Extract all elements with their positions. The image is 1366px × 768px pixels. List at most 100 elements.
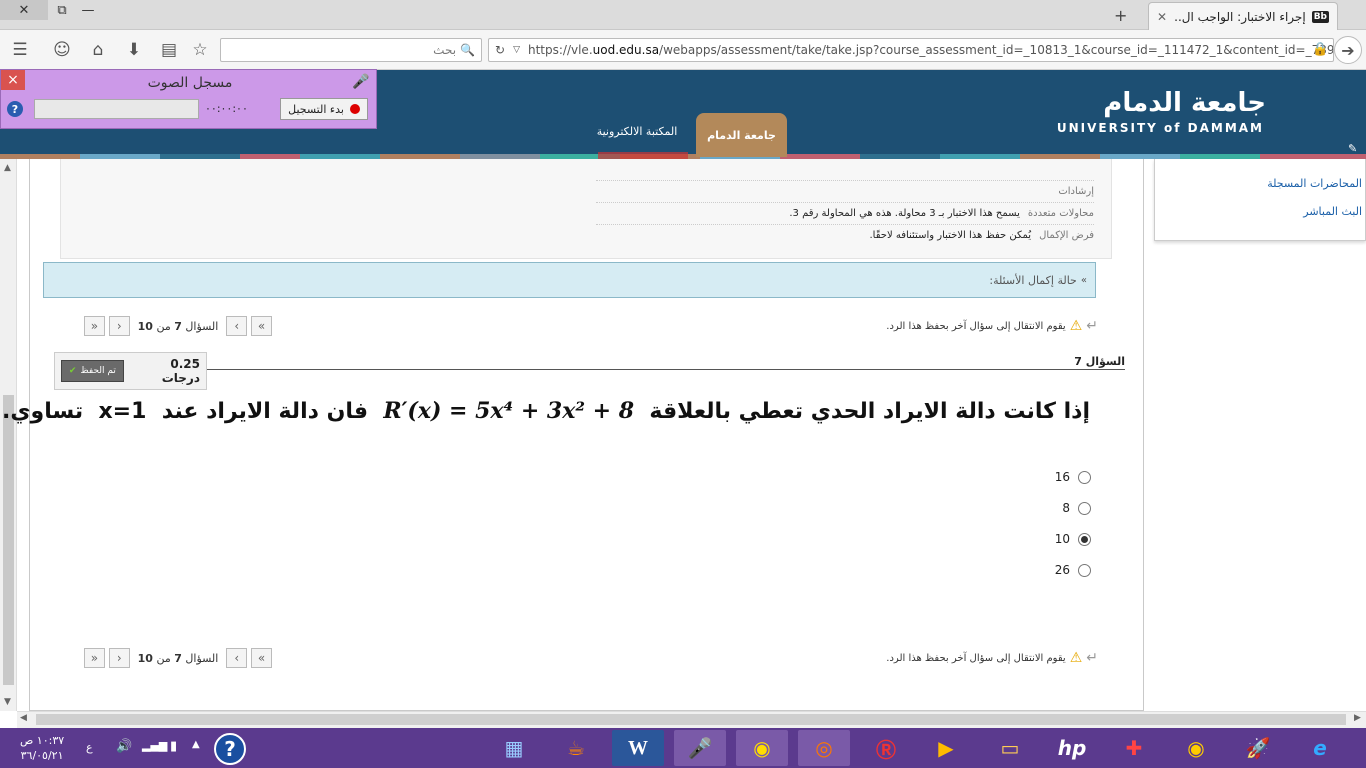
university-logo-english: UNIVERSITY of DAMMAM [1056, 121, 1264, 135]
download-icon[interactable]: ⬇ [122, 38, 146, 62]
question-nav-bottom: » › السؤال 7 من 10 ‹ « [84, 648, 272, 668]
points-value: 0.25 درجات [161, 357, 200, 385]
home-icon[interactable]: ⌂ [86, 38, 110, 62]
radio-button[interactable] [1078, 563, 1091, 577]
question-position-text: السؤال 7 من 10 [137, 319, 219, 333]
last-question-button[interactable]: « [84, 316, 105, 336]
prev-question-button[interactable]: › [226, 316, 248, 336]
puzzle-taskbar-icon[interactable]: ✚ [1108, 730, 1160, 766]
dropdown-icon[interactable]: ▽ [513, 45, 520, 55]
info-row-instructions: إرشادات [596, 180, 1094, 202]
show-hidden-icons[interactable]: ▲ [192, 739, 200, 750]
browser-tab[interactable]: Bb إجراء الاختبار: الواجب ال... ✕ [1148, 2, 1338, 30]
recorder-close-button[interactable]: × [1, 70, 25, 90]
scrollbar-thumb[interactable] [3, 395, 14, 685]
info-row-attempts: محاولات متعددة يسمح هذا الاختبار بـ 3 مح… [596, 202, 1094, 224]
checkmark-icon: ✔ [68, 366, 77, 376]
url-bar[interactable]: ↻ ▽ https://vle.uod.edu.sa/webapps/asses… [488, 38, 1334, 62]
record-icon [349, 104, 360, 114]
answer-option-8[interactable]: 8 [1031, 499, 1091, 517]
restore-window-button[interactable]: ⧉ [50, 0, 74, 20]
taskbar-clock[interactable]: ١٠:٣٧ ص ٣٦/٠٥/٢١ [20, 733, 64, 763]
navigate-icon: ↵ [1086, 650, 1098, 666]
pin-icon[interactable]: ✎ [1348, 142, 1362, 156]
lock-icon: 🔒 [1312, 42, 1329, 57]
question-text: إذا كانت دالة الايراد الحدي تعطي بالعلاق… [0, 398, 1090, 424]
question-formula: R′(x) = 5x⁴ + 3x² + 8 [383, 398, 635, 424]
last-question-button[interactable]: « [84, 648, 105, 668]
reload-icon[interactable]: ↻ [495, 43, 505, 57]
horizontal-scrollbar-thumb[interactable] [36, 714, 1346, 725]
new-tab-button[interactable]: + [1114, 6, 1127, 25]
recorder-timer: ٠٠:٠٠:٠٠ [205, 102, 248, 115]
save-warning-bottom: ↵ ⚠ يقوم الانتقال إلى سؤال آخر بحفظ هذا … [886, 650, 1098, 666]
saved-badge: ✔ تم الحفظ [61, 360, 124, 382]
scroll-left-icon[interactable]: ◀ [20, 713, 27, 723]
answer-option-10[interactable]: 10 [1031, 530, 1091, 548]
chat-icon[interactable]: ☺ [50, 38, 74, 62]
scroll-down-icon[interactable]: ▼ [4, 697, 11, 707]
rocket-taskbar-icon[interactable]: 🚀 [1232, 730, 1284, 766]
question-status-bar[interactable]: » حالة إكمال الأسئلة: [43, 262, 1096, 298]
next-question-button[interactable]: ‹ [108, 316, 130, 336]
menu-icon[interactable]: ☰ [8, 38, 32, 62]
navigate-icon: ↵ [1086, 318, 1098, 334]
right-sidebar-panel [1154, 159, 1366, 241]
recorder-level-bar [34, 99, 199, 119]
control-panel-taskbar-icon[interactable]: ▦ [488, 730, 540, 766]
search-input[interactable]: 🔍 بحث [220, 38, 482, 62]
media-player-taskbar-icon[interactable]: ▶ [920, 730, 972, 766]
nav-tab-university[interactable]: جامعة الدمام [696, 113, 787, 157]
nav-tab-library[interactable]: المكتبة الالكترونية [592, 125, 682, 138]
url-text: https://vle.uod.edu.sa/webapps/assessmen… [527, 43, 1334, 57]
sidebar-link-recorded-lectures[interactable]: المحاضرات المسجلة [1267, 177, 1362, 190]
word-taskbar-icon[interactable]: W [612, 730, 664, 766]
answer-option-16[interactable]: 16 [1031, 468, 1091, 486]
scroll-right-icon[interactable]: ▶ [1354, 713, 1361, 723]
question-status-label: حالة إكمال الأسئلة: [989, 273, 1077, 287]
grade-box: ✔ تم الحفظ 0.25 درجات [54, 352, 207, 390]
bookmark-star-icon[interactable]: ☆ [188, 38, 212, 62]
question-nav-top: » › السؤال 7 من 10 ‹ « [84, 316, 272, 336]
file-explorer-taskbar-icon[interactable]: ▭ [984, 730, 1036, 766]
internet-explorer-taskbar-icon[interactable]: e [1294, 730, 1346, 766]
radio-button[interactable] [1078, 470, 1091, 484]
forward-button[interactable]: ➔ [1334, 36, 1362, 64]
minimize-window-button[interactable]: — [76, 0, 100, 20]
help-tray-icon[interactable]: ? [214, 733, 246, 765]
close-tab-icon[interactable]: ✕ [1157, 10, 1167, 24]
radio-button[interactable] [1078, 501, 1091, 515]
java-taskbar-icon[interactable]: ☕ [550, 730, 602, 766]
recorder-app-taskbar-icon[interactable]: Ⓡ [860, 730, 912, 766]
sidebar-link-live-stream[interactable]: البث المباشر [1303, 205, 1362, 218]
info-row-completion: فرض الإكمال يُمكن حفظ هذا الاختبار واستئ… [596, 224, 1094, 246]
battery-icon[interactable]: ▮ [170, 739, 177, 754]
hp-taskbar-icon[interactable]: hp [1046, 730, 1098, 766]
close-window-button[interactable]: ✕ [0, 0, 48, 20]
recorder-help-button[interactable]: ? [7, 101, 23, 117]
warning-icon: ⚠ [1069, 650, 1083, 666]
reading-list-icon[interactable]: ▤ [157, 38, 181, 62]
signal-icon[interactable]: ▂▄▆ [142, 739, 167, 752]
radio-button-selected[interactable] [1078, 532, 1091, 546]
scroll-up-icon[interactable]: ▲ [4, 163, 11, 173]
answer-option-26[interactable]: 26 [1031, 561, 1091, 579]
microphone-taskbar-icon[interactable]: 🎤 [674, 730, 726, 766]
expand-chevron-icon[interactable]: » [1081, 275, 1087, 286]
recorder-title: مسجل الصوت [147, 75, 233, 91]
prev-question-button[interactable]: › [226, 648, 248, 668]
next-question-button[interactable]: ‹ [108, 648, 130, 668]
first-question-button[interactable]: » [251, 316, 272, 336]
firefox-taskbar-icon[interactable]: ◎ [798, 730, 850, 766]
tab-title: إجراء الاختبار: الواجب ال... [1173, 9, 1306, 24]
save-warning-top: ↵ ⚠ يقوم الانتقال إلى سؤال آخر بحفظ هذا … [886, 318, 1098, 334]
media-disc-taskbar-icon[interactable]: ◉ [1170, 730, 1222, 766]
start-recording-button[interactable]: بدء التسجيل [280, 98, 368, 120]
search-placeholder: بحث [433, 43, 457, 57]
volume-icon[interactable]: 🔊 [116, 739, 132, 754]
first-question-button[interactable]: » [251, 648, 272, 668]
chrome-taskbar-icon[interactable]: ◉ [736, 730, 788, 766]
language-indicator[interactable]: ع [86, 741, 93, 754]
question-number-label: السؤال 7 [1074, 355, 1125, 368]
search-icon: 🔍 [460, 43, 475, 57]
